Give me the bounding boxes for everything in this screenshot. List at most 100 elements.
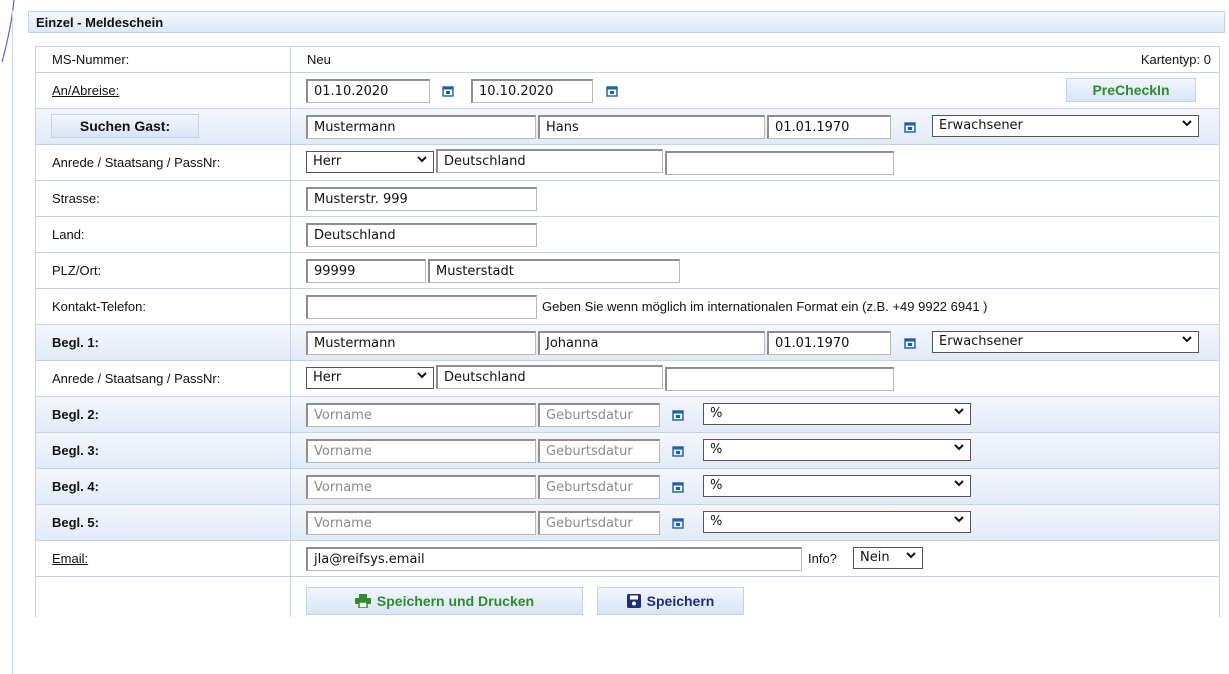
chevron-down-icon: [1182, 120, 1192, 127]
email-input[interactable]: jla@reifsys.email: [306, 547, 802, 571]
companion-2-label: Begl. 2:: [52, 407, 99, 422]
companion-5-type-select[interactable]: %: [703, 511, 971, 533]
passport-input[interactable]: [665, 151, 894, 175]
salutation-select[interactable]: Herr: [306, 151, 434, 173]
guest-type-value: Erwachsener: [939, 118, 1023, 133]
save-button[interactable]: Speichern: [597, 587, 744, 615]
row-phone: Kontakt-Telefon: Geben Sie wenn möglich …: [35, 289, 1220, 325]
phone-input[interactable]: [306, 295, 537, 319]
zip-input[interactable]: 99999: [306, 259, 426, 283]
guest-lastname-input[interactable]: Mustermann: [306, 115, 536, 139]
nationality-input[interactable]: Deutschland: [436, 149, 663, 173]
email-label[interactable]: Email:: [52, 541, 88, 576]
companion-2-type-select[interactable]: %: [703, 403, 971, 425]
search-guest-button[interactable]: Suchen Gast:: [51, 114, 199, 138]
street-input[interactable]: Musterstr. 999: [306, 187, 537, 211]
row-actions: Speichern und Drucken Speichern: [35, 577, 1220, 617]
calendar-icon[interactable]: [605, 84, 619, 98]
companion-1-firstname-input[interactable]: Johanna: [538, 331, 765, 355]
calendar-icon[interactable]: [441, 84, 455, 98]
row-companion-2: Begl. 2: Vorname Geburtsdatur %: [35, 397, 1220, 433]
phone-hint: Geben Sie wenn möglich im internationale…: [542, 299, 988, 314]
companion-1-type-select[interactable]: Erwachsener: [932, 331, 1199, 353]
row-guest: Suchen Gast: Mustermann Hans 01.01.1970 …: [35, 109, 1220, 145]
card-type: Kartentyp: 0: [1140, 52, 1211, 67]
floppy-disk-icon: [626, 594, 641, 608]
row-street: Strasse: Musterstr. 999: [35, 181, 1220, 217]
companion-5-birthdate-input[interactable]: Geburtsdatur: [538, 511, 660, 535]
info-value: Nein: [860, 550, 890, 565]
companion-5-firstname-input[interactable]: Vorname: [306, 511, 536, 535]
row-email: Email: jla@reifsys.email Info? Nein: [35, 541, 1220, 577]
passport-input[interactable]: [665, 367, 894, 391]
row-companion-4: Begl. 4: Vorname Geburtsdatur %: [35, 469, 1220, 505]
salutation-value: Herr: [313, 154, 342, 169]
zip-city-label: PLZ/Ort:: [52, 263, 102, 278]
companion-5-label: Begl. 5:: [52, 515, 99, 530]
save-label: Speichern: [646, 593, 715, 609]
city-input[interactable]: Musterstadt: [428, 259, 680, 283]
ms-number-label: MS-Nummer:: [52, 52, 130, 67]
row-companion-1: Begl. 1: Mustermann Johanna 01.01.1970 E…: [35, 325, 1220, 361]
calendar-icon[interactable]: [903, 120, 917, 134]
phone-label: Kontakt-Telefon:: [52, 299, 146, 314]
ms-number-value: Neu: [307, 52, 331, 67]
row-arrival-departure: An/Abreise: 01.10.2020 10.10.2020 PreChe…: [35, 73, 1220, 109]
calendar-icon[interactable]: [903, 336, 917, 350]
companion-3-birthdate-input[interactable]: Geburtsdatur: [538, 439, 660, 463]
street-label: Strasse:: [52, 191, 100, 206]
salutation-label: Anrede / Staatsang / PassNr:: [52, 371, 221, 386]
calendar-icon[interactable]: [671, 480, 685, 494]
info-select[interactable]: Nein: [853, 547, 923, 569]
salutation-label: Anrede / Staatsang / PassNr:: [52, 155, 221, 170]
row-salutation-companion-1: Anrede / Staatsang / PassNr: Herr Deutsc…: [35, 361, 1220, 397]
row-country: Land: Deutschland: [35, 217, 1220, 253]
companion-3-type-select[interactable]: %: [703, 439, 971, 461]
save-and-print-label: Speichern und Drucken: [376, 593, 535, 609]
calendar-icon[interactable]: [671, 408, 685, 422]
chevron-down-icon: [954, 444, 964, 451]
info-label: Info?: [808, 551, 837, 566]
registration-form: MS-Nummer: Neu Kartentyp: 0 An/Abreise: …: [35, 46, 1220, 617]
nationality-input[interactable]: Deutschland: [436, 365, 663, 389]
calendar-icon[interactable]: [671, 516, 685, 530]
companion-4-label: Begl. 4:: [52, 479, 99, 494]
companion-4-type-value: %: [710, 478, 723, 493]
arrival-departure-label[interactable]: An/Abreise:: [52, 73, 119, 108]
companion-3-type-value: %: [710, 442, 723, 457]
companion-1-label: Begl. 1:: [52, 335, 99, 350]
save-and-print-button[interactable]: Speichern und Drucken: [306, 587, 583, 615]
row-companion-3: Begl. 3: Vorname Geburtsdatur %: [35, 433, 1220, 469]
row-ms-number: MS-Nummer: Neu Kartentyp: 0: [35, 46, 1220, 73]
salutation-select[interactable]: Herr: [306, 367, 434, 389]
arrival-date-input[interactable]: 01.10.2020: [306, 79, 430, 103]
printer-icon: [354, 594, 371, 608]
panel-title: Einzel - Meldeschein: [28, 11, 1225, 33]
companion-3-firstname-input[interactable]: Vorname: [306, 439, 536, 463]
row-salutation-guest: Anrede / Staatsang / PassNr: Herr Deutsc…: [35, 145, 1220, 181]
precheckin-button[interactable]: PreCheckIn: [1066, 78, 1196, 102]
chevron-down-icon: [906, 552, 916, 559]
calendar-icon[interactable]: [671, 444, 685, 458]
guest-firstname-input[interactable]: Hans: [538, 115, 765, 139]
country-input[interactable]: Deutschland: [306, 223, 537, 247]
chevron-down-icon: [954, 516, 964, 523]
companion-2-type-value: %: [710, 406, 723, 421]
companion-4-birthdate-input[interactable]: Geburtsdatur: [538, 475, 660, 499]
guest-birthdate-input[interactable]: 01.01.1970: [767, 115, 891, 139]
companion-1-lastname-input[interactable]: Mustermann: [306, 331, 536, 355]
companion-4-firstname-input[interactable]: Vorname: [306, 475, 536, 499]
chevron-down-icon: [1182, 336, 1192, 343]
chevron-down-icon: [417, 372, 427, 379]
companion-4-type-select[interactable]: %: [703, 475, 971, 497]
companion-5-type-value: %: [710, 514, 723, 529]
chevron-down-icon: [954, 480, 964, 487]
row-companion-5: Begl. 5: Vorname Geburtsdatur %: [35, 505, 1220, 541]
departure-date-input[interactable]: 10.10.2020: [471, 79, 593, 103]
companion-2-firstname-input[interactable]: Vorname: [306, 403, 536, 427]
companion-1-birthdate-input[interactable]: 01.01.1970: [767, 331, 891, 355]
chevron-down-icon: [417, 156, 427, 163]
guest-type-select[interactable]: Erwachsener: [932, 115, 1199, 137]
row-zip-city: PLZ/Ort: 99999 Musterstadt: [35, 253, 1220, 289]
companion-2-birthdate-input[interactable]: Geburtsdatur: [538, 403, 660, 427]
